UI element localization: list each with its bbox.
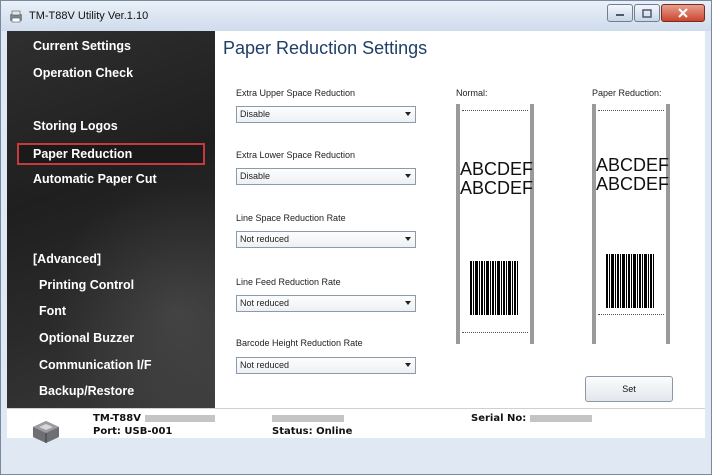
printer-model: TM-T88V [93,413,215,424]
field-label-barcode-height: Barcode Height Reduction Rate [236,338,363,348]
maximize-button[interactable] [634,4,660,22]
printer-icon [33,421,59,443]
select-barcode-height-reduction-rate[interactable]: Not reduced [236,357,416,374]
select-value: Not reduced [240,234,290,244]
dropdown-arrow-icon [405,174,411,178]
printer-port: Port: USB-001 [93,426,173,437]
paper-margin-line [598,314,664,315]
sidebar-item-automatic-paper-cut[interactable]: Automatic Paper Cut [33,172,157,186]
window-controls [606,4,705,22]
sidebar-section-advanced: [Advanced] [33,252,102,266]
normal-sample-line-1: ABCDEF [460,159,534,179]
redacted-text [530,414,593,422]
sidebar-item-font[interactable]: Font [39,304,66,318]
main-panel: Paper Reduction Settings Extra Upper Spa… [215,31,705,408]
field-label-lower-space: Extra Lower Space Reduction [236,150,356,160]
field-label-line-feed: Line Feed Reduction Rate [236,277,341,287]
sidebar-item-backup-restore[interactable]: Backup/Restore [39,384,134,398]
status-footer: TM-T88V Port: USB-001 Status: Online Ser… [7,408,705,443]
sidebar-item-optional-buzzer[interactable]: Optional Buzzer [39,331,134,345]
normal-barcode-image [470,261,518,315]
normal-preview-label: Normal: [456,88,488,98]
select-line-feed-reduction-rate[interactable]: Not reduced [236,295,416,312]
field-label-upper-space: Extra Upper Space Reduction [236,88,356,98]
select-line-space-reduction-rate[interactable]: Not reduced [236,231,416,248]
printer-status: Status: Online [272,426,353,437]
normal-preview-paper: ABCDEF ABCDEF [456,104,534,344]
paper-margin-line [598,110,664,111]
select-value: Disable [240,109,271,119]
close-button[interactable] [661,4,705,22]
page-title: Paper Reduction Settings [223,38,428,58]
dropdown-arrow-icon [405,363,411,367]
reduction-preview-paper: ABCDEF ABCDEF [592,104,670,344]
sidebar: Current Settings Operation Check Storing… [7,31,215,408]
normal-sample-line-2: ABCDEF [460,178,534,198]
paper-margin-line [462,110,528,111]
title-bar[interactable]: TM-T88V Utility Ver.1.10 [1,1,711,31]
minimize-button[interactable] [607,4,633,22]
sidebar-item-communication-if[interactable]: Communication I/F [39,358,152,372]
dropdown-arrow-icon [405,112,411,116]
dropdown-arrow-icon [405,237,411,241]
minimize-icon [616,14,624,16]
sidebar-item-paper-reduction[interactable]: Paper Reduction [17,143,205,165]
select-upper-space-reduction[interactable]: Disable [236,106,416,123]
select-value: Not reduced [240,360,290,370]
redacted-text [144,414,215,422]
reduction-preview-label: Paper Reduction: [592,88,662,98]
reduction-barcode-image [606,254,654,308]
redacted-info [272,413,344,424]
serial-number: Serial No: [471,413,593,424]
redacted-text [272,414,344,422]
printer-app-icon [10,10,22,23]
select-value: Disable [240,171,271,181]
reduction-sample-line-1: ABCDEF [596,155,670,175]
close-icon [678,8,688,18]
client-area: Current Settings Operation Check Storing… [7,31,705,443]
set-button[interactable]: Set [585,376,673,402]
dropdown-arrow-icon [405,301,411,305]
select-lower-space-reduction[interactable]: Disable [236,168,416,185]
sidebar-item-storing-logos[interactable]: Storing Logos [33,119,118,133]
reduction-sample-line-2: ABCDEF [596,174,670,194]
select-value: Not reduced [240,298,290,308]
sidebar-item-printing-control[interactable]: Printing Control [39,278,134,292]
sidebar-item-operation-check[interactable]: Operation Check [33,66,133,80]
sidebar-item-current-settings[interactable]: Current Settings [33,39,131,53]
maximize-icon [642,8,652,18]
sidebar-decoration [47,181,215,408]
paper-margin-line [462,332,528,333]
app-window: TM-T88V Utility Ver.1.10 Current Setting… [0,0,712,475]
window-title: TM-T88V Utility Ver.1.10 [29,10,149,22]
field-label-line-space: Line Space Reduction Rate [236,213,346,223]
